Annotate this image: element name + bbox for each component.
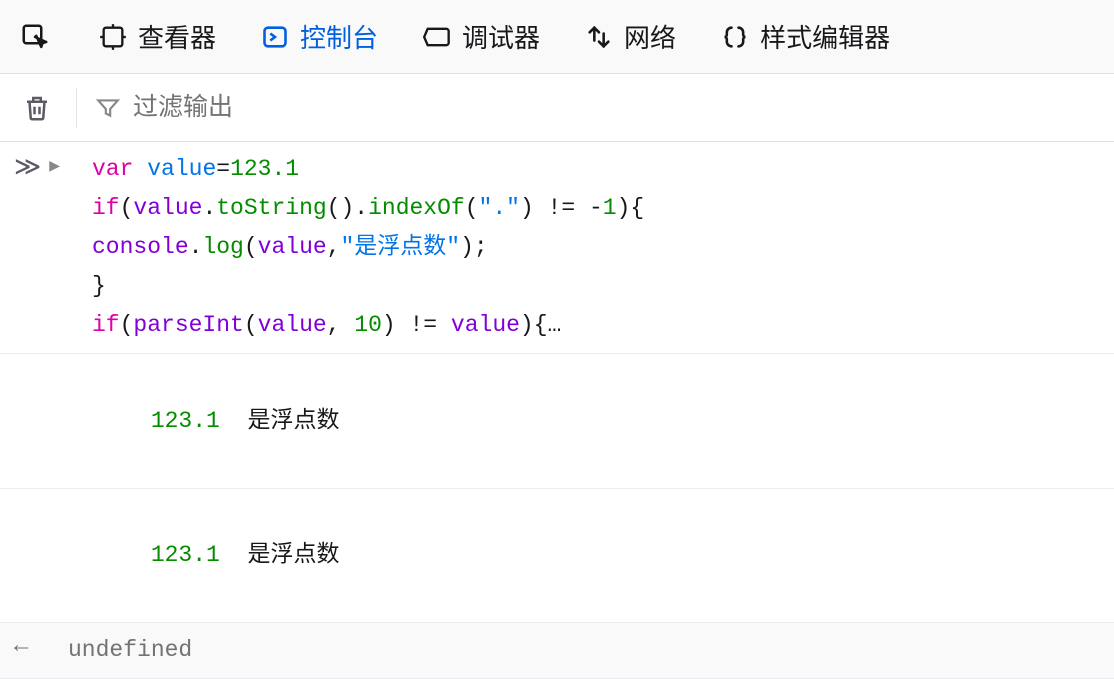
output-content: 123.1 是浮点数 — [68, 362, 1114, 479]
code-block: var value=123.1 if(value.toString().inde… — [68, 150, 1114, 345]
style-editor-icon — [720, 22, 750, 52]
input-gutter: ≫ ▶ — [14, 150, 68, 183]
disclosure-icon[interactable]: ▶ — [49, 152, 60, 175]
inspector-icon — [98, 22, 128, 52]
filter-container — [95, 93, 1098, 122]
clear-console-button[interactable] — [16, 87, 58, 129]
console-subtoolbar — [0, 74, 1114, 142]
return-value: undefined — [68, 631, 1114, 670]
element-picker-icon — [20, 22, 50, 52]
filter-icon — [95, 95, 121, 121]
tab-label: 查看器 — [138, 18, 216, 55]
console-output-row: 123.1 是浮点数 — [0, 354, 1114, 488]
console-output-row: 123.1 是浮点数 — [0, 489, 1114, 623]
tab-label: 调试器 — [462, 18, 540, 55]
input-prompt-icon: ≫ — [14, 152, 41, 183]
output-gutter — [14, 362, 68, 364]
element-picker-button[interactable] — [12, 0, 76, 73]
tab-inspector[interactable]: 查看器 — [76, 0, 238, 73]
console-area: ≫ ▶ var value=123.1 if(value.toString().… — [0, 142, 1114, 679]
console-return-row: ← undefined — [0, 623, 1114, 679]
tab-console[interactable]: 控制台 — [238, 0, 400, 73]
tab-debugger[interactable]: 调试器 — [400, 0, 562, 73]
debugger-icon — [422, 22, 452, 52]
return-arrow-icon: ← — [14, 633, 48, 660]
console-icon — [260, 22, 290, 52]
output-content: 123.1 是浮点数 — [68, 497, 1114, 614]
output-gutter — [14, 497, 68, 499]
tab-label: 网络 — [624, 18, 676, 55]
tab-network[interactable]: 网络 — [562, 0, 698, 73]
console-input-row[interactable]: ≫ ▶ var value=123.1 if(value.toString().… — [0, 142, 1114, 354]
tab-label: 控制台 — [300, 18, 378, 55]
tab-style-editor[interactable]: 样式编辑器 — [698, 0, 912, 73]
output-value-text: 是浮点数 — [247, 408, 339, 434]
subbar-divider — [76, 88, 77, 128]
devtools-toolbar: 查看器 控制台 调试器 网络 样式编辑器 — [0, 0, 1114, 74]
tab-label: 样式编辑器 — [760, 18, 890, 55]
output-value-number: 123.1 — [151, 408, 220, 434]
return-gutter: ← — [14, 631, 68, 660]
filter-input[interactable] — [133, 93, 1098, 122]
network-icon — [584, 22, 614, 52]
